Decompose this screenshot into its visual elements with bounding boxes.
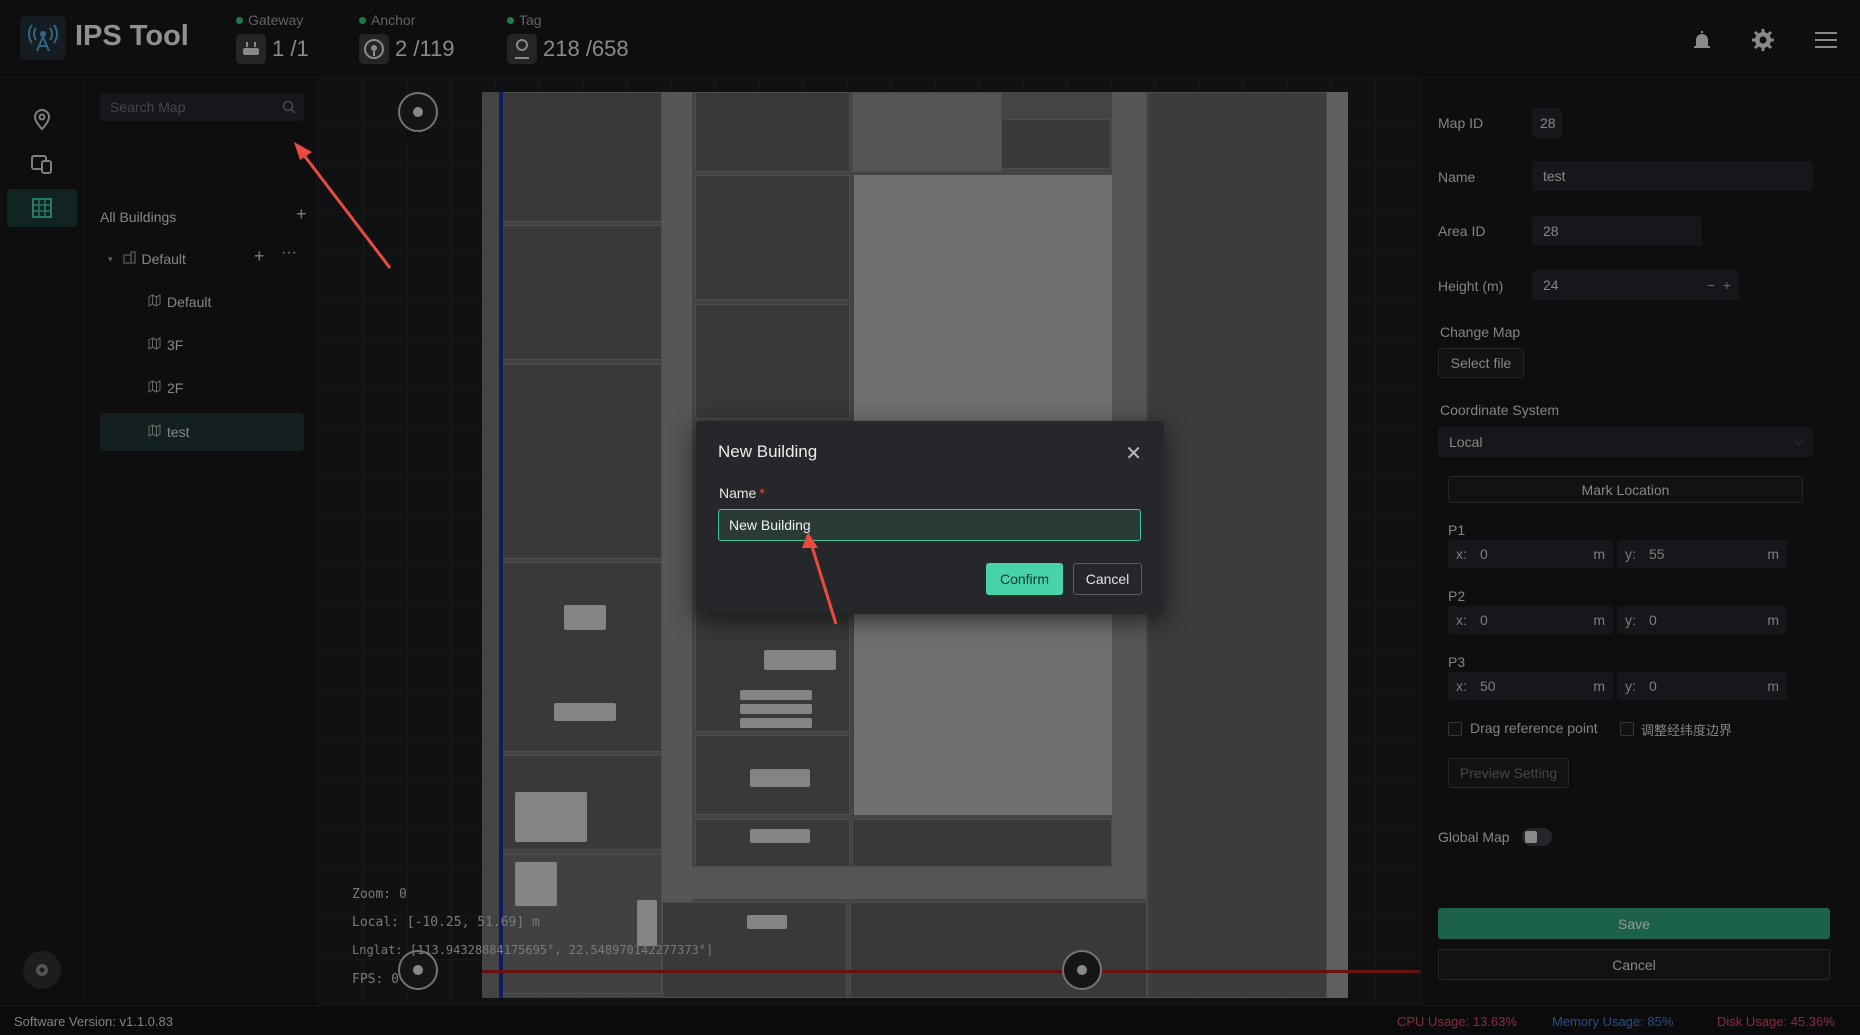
new-building-dialog: New Building ✕ Name* Confirm Cancel [696, 421, 1164, 614]
building-name-input[interactable] [718, 509, 1141, 541]
confirm-button[interactable]: Confirm [986, 563, 1063, 595]
cancel-button[interactable]: Cancel [1073, 563, 1142, 595]
close-icon[interactable]: ✕ [1125, 441, 1142, 466]
dialog-title: New Building [718, 442, 818, 461]
name-label-text: Name [719, 485, 757, 501]
required-mark: * [759, 485, 765, 501]
name-field-label: Name * [719, 485, 765, 501]
